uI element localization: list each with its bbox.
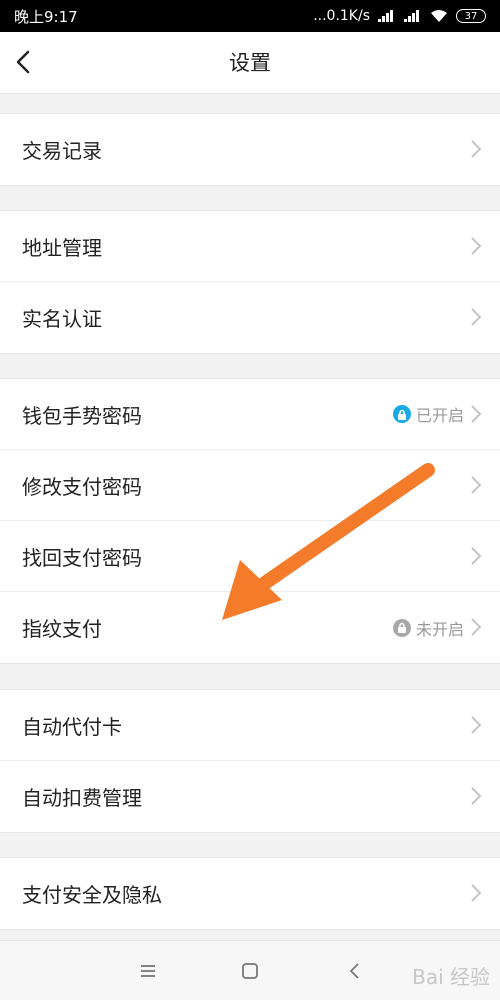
chevron-right-icon	[471, 618, 482, 636]
chevron-right-icon	[471, 884, 482, 902]
network-speed: ...0.1K/s	[313, 8, 370, 24]
menu-icon[interactable]	[136, 959, 160, 983]
status-icons: ...0.1K/s 37	[313, 8, 486, 24]
row-label: 自动代付卡	[22, 714, 122, 739]
status-text: 已开启	[415, 406, 464, 425]
back-icon[interactable]	[343, 959, 367, 983]
row-label: 实名认证	[22, 307, 102, 331]
signal-icon-2	[404, 10, 422, 22]
row-payment-security-privacy[interactable]: 支付安全及隐私	[0, 858, 500, 929]
row-label: 修改支付密码	[22, 474, 142, 499]
chevron-right-icon	[471, 787, 482, 805]
battery-icon: 37	[456, 9, 486, 23]
wifi-icon	[431, 10, 447, 22]
chevron-right-icon	[471, 547, 482, 565]
battery-level: 37	[464, 10, 478, 22]
settings-group-3: 钱包手势密码 已开启 修改支付密码 找回支付密码 指纹支付 未开启	[0, 378, 500, 664]
row-label: 钱包手势密码	[22, 403, 142, 428]
row-label: 自动扣费管理	[22, 786, 142, 810]
chevron-right-icon	[471, 237, 482, 255]
chevron-right-icon	[471, 405, 482, 423]
row-change-payment-password[interactable]: 修改支付密码	[0, 450, 500, 521]
row-fingerprint-payment[interactable]: 指纹支付 未开启	[0, 592, 500, 663]
navigation-bar: Bai 经验	[0, 940, 500, 1000]
signal-icon	[378, 10, 396, 22]
chevron-right-icon	[471, 308, 482, 326]
row-transaction-records[interactable]: 交易记录	[0, 114, 500, 185]
row-auto-deduction-management[interactable]: 自动扣费管理	[0, 761, 500, 832]
page-title: 设置	[229, 51, 271, 75]
title-bar: 设置	[0, 32, 500, 94]
row-real-name-verification[interactable]: 实名认证	[0, 282, 500, 353]
settings-group-2: 地址管理 实名认证	[0, 210, 500, 354]
row-auto-pay-card[interactable]: 自动代付卡	[0, 690, 500, 761]
row-recover-payment-password[interactable]: 找回支付密码	[0, 521, 500, 592]
row-label: 支付安全及隐私	[22, 883, 162, 907]
settings-group-5: 支付安全及隐私	[0, 857, 500, 930]
chevron-right-icon	[471, 716, 482, 734]
row-address-management[interactable]: 地址管理	[0, 211, 500, 282]
status-text: 未开启	[415, 619, 464, 639]
settings-group-1: 交易记录	[0, 113, 500, 186]
row-label: 指纹支付	[22, 617, 102, 641]
status-enabled: 已开启	[392, 402, 464, 426]
row-wallet-gesture-password[interactable]: 钱包手势密码 已开启	[0, 379, 500, 450]
settings-group-4: 自动代付卡 自动扣费管理	[0, 689, 500, 833]
chevron-right-icon	[471, 476, 482, 494]
row-label: 交易记录	[22, 139, 102, 163]
lock-icon	[392, 618, 411, 637]
status-time: 晚上9:17	[14, 7, 78, 26]
status-disabled: 未开启	[392, 616, 464, 640]
row-label: 地址管理	[22, 235, 102, 260]
lock-icon	[392, 405, 411, 423]
home-icon[interactable]	[238, 959, 262, 983]
row-label: 找回支付密码	[22, 545, 142, 570]
status-bar: 晚上9:17 ...0.1K/s 37	[0, 0, 500, 32]
chevron-right-icon	[471, 140, 482, 158]
watermark: Bai 经验	[412, 965, 490, 989]
